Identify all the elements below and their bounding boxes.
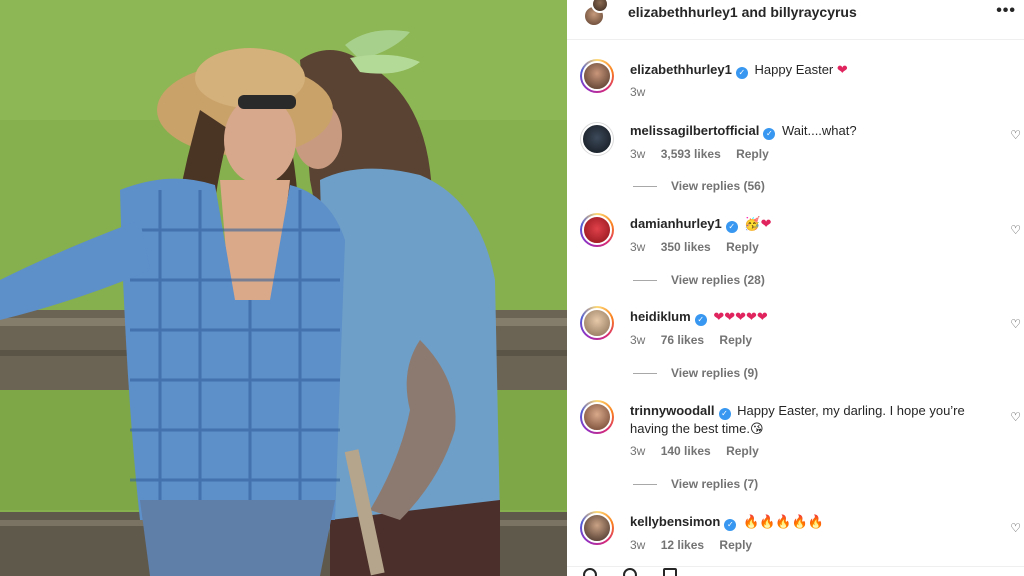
author-username[interactable]: billyraycyrus	[770, 4, 856, 20]
verified-badge-icon: ✓	[724, 519, 737, 531]
comment-body: Wait....what?	[781, 123, 857, 138]
verified-badge-icon: ✓	[725, 221, 738, 233]
comment-username[interactable]: elizabethhurley1	[630, 62, 732, 77]
comment-meta: 3w 12 likes Reply	[630, 538, 764, 552]
post-photo[interactable]	[0, 0, 567, 576]
comment-body: 🔥🔥🔥🔥🔥	[742, 514, 824, 529]
comment-meta: 3w	[630, 85, 657, 99]
verified-badge-icon: ✓	[763, 128, 776, 140]
photo-illustration	[0, 0, 567, 576]
comment-username[interactable]: damianhurley1	[630, 216, 722, 231]
reply-button[interactable]: Reply	[719, 538, 752, 552]
reply-button[interactable]: Reply	[726, 240, 759, 254]
comment-likes[interactable]: 12 likes	[661, 538, 704, 552]
and-text: and	[741, 4, 767, 20]
comment-username[interactable]: heidiklum	[630, 309, 691, 324]
view-replies-button[interactable]: View replies (56)	[633, 179, 765, 193]
verified-badge-icon: ✓	[735, 67, 748, 79]
comment-username[interactable]: melissagilbertofficial	[630, 123, 759, 138]
reply-button[interactable]: Reply	[736, 147, 769, 161]
post-authors: elizabethhurley1 and billyraycyrus	[628, 4, 857, 20]
comment-likes[interactable]: 76 likes	[661, 333, 704, 347]
divider	[633, 280, 657, 282]
verified-badge-icon: ✓	[694, 314, 707, 326]
comment-likes[interactable]: 3,593 likes	[661, 147, 721, 161]
comment-text: damianhurley1 ✓ 🥳❤	[630, 215, 970, 233]
comment-text: trinnywoodall ✓ Happy Easter, my darling.…	[630, 402, 970, 438]
comment-time[interactable]: 3w	[630, 147, 645, 161]
avatar[interactable]	[580, 511, 614, 545]
action-bar	[567, 566, 1024, 576]
heart-outline-icon[interactable]: ♡	[1010, 521, 1021, 535]
like-icon[interactable]	[583, 568, 597, 576]
comment-likes[interactable]: 350 likes	[661, 240, 711, 254]
comment-body: 🥳❤	[744, 216, 772, 231]
avatar[interactable]	[580, 400, 614, 434]
comment-username[interactable]: trinnywoodall	[630, 403, 715, 418]
header-avatars[interactable]	[581, 0, 611, 31]
verified-badge-icon: ✓	[718, 408, 731, 420]
comment-likes[interactable]: 140 likes	[661, 444, 711, 458]
comment-time[interactable]: 3w	[630, 240, 645, 254]
more-horizontal-icon[interactable]: •••	[996, 2, 1016, 20]
comment-body: ❤❤❤❤❤	[713, 309, 768, 324]
comments-panel: elizabethhurley1 and billyraycyrus ••• e…	[567, 0, 1024, 576]
avatar[interactable]	[580, 122, 614, 156]
comment-username[interactable]: kellybensimon	[630, 514, 720, 529]
comment-text: melissagilbertofficial ✓ Wait....what?	[630, 122, 970, 140]
caption-text: elizabethhurley1 ✓ Happy Easter ❤	[630, 61, 970, 79]
view-replies-button[interactable]: View replies (7)	[633, 477, 758, 491]
caption-body: Happy Easter	[754, 62, 834, 77]
comment-meta: 3w 350 likes Reply	[630, 240, 771, 254]
avatar[interactable]	[580, 306, 614, 340]
post-header: elizabethhurley1 and billyraycyrus •••	[567, 0, 1024, 40]
heart-outline-icon[interactable]: ♡	[1010, 410, 1021, 424]
avatar[interactable]	[580, 213, 614, 247]
view-replies-button[interactable]: View replies (9)	[633, 366, 758, 380]
avatar[interactable]	[580, 59, 614, 93]
divider	[633, 186, 657, 188]
heart-outline-icon[interactable]: ♡	[1010, 223, 1021, 237]
author-username[interactable]: elizabethhurley1	[628, 4, 738, 20]
comment-text: kellybensimon ✓ 🔥🔥🔥🔥🔥	[630, 513, 970, 531]
comment-time[interactable]: 3w	[630, 333, 645, 347]
heart-outline-icon[interactable]: ♡	[1010, 128, 1021, 142]
heart-outline-icon[interactable]: ♡	[1010, 317, 1021, 331]
comment-meta: 3w 76 likes Reply	[630, 333, 764, 347]
reply-button[interactable]: Reply	[719, 333, 752, 347]
reply-button[interactable]: Reply	[726, 444, 759, 458]
comment-text: heidiklum ✓ ❤❤❤❤❤	[630, 308, 970, 326]
comment-meta: 3w 140 likes Reply	[630, 444, 771, 458]
comment-icon[interactable]	[623, 568, 637, 576]
view-replies-button[interactable]: View replies (28)	[633, 273, 765, 287]
avatar	[591, 0, 609, 13]
comment-meta: 3w 3,593 likes Reply	[630, 147, 781, 161]
comment-time[interactable]: 3w	[630, 538, 645, 552]
divider	[633, 484, 657, 486]
comment-time[interactable]: 3w	[630, 444, 645, 458]
share-icon[interactable]	[663, 568, 677, 576]
divider	[633, 373, 657, 375]
comment-time[interactable]: 3w	[630, 85, 645, 99]
emoji: ❤	[836, 62, 848, 77]
